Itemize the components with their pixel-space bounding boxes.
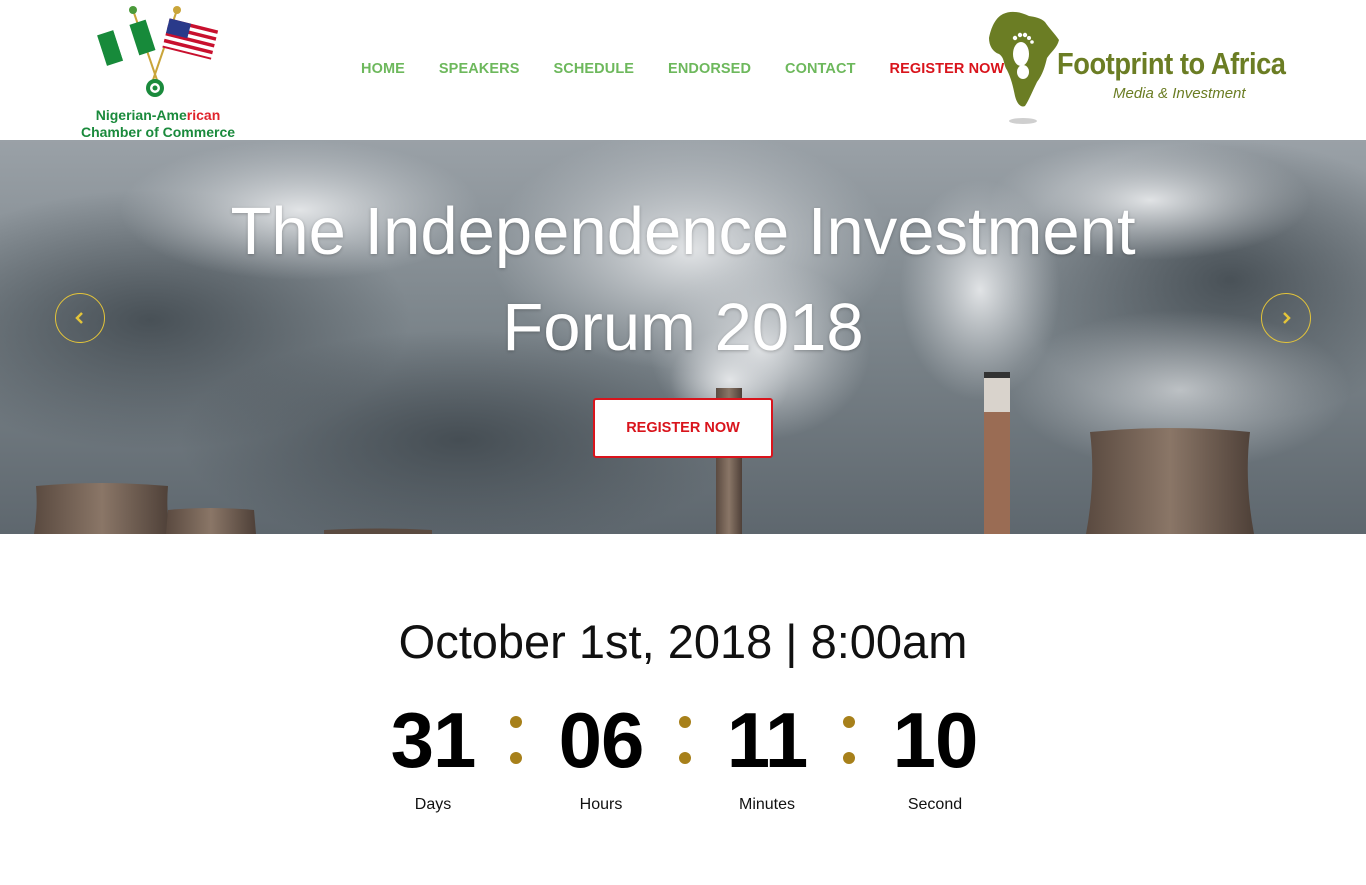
countdown-timer: 31 Days 06 Hours 11 Minutes 10 Second — [363, 694, 1003, 824]
nav-schedule[interactable]: SCHEDULE — [536, 58, 651, 80]
brand-name: Footprint to Africa — [1057, 46, 1286, 81]
countdown-seconds-value: 10 — [892, 696, 979, 784]
countdown-minutes-label: Minutes — [738, 796, 796, 813]
countdown-days-value: 31 — [390, 696, 477, 784]
nav-contact[interactable]: CONTACT — [768, 58, 873, 80]
countdown-days-label: Days — [414, 796, 452, 813]
nav-endorsed[interactable]: ENDORSED — [651, 58, 768, 80]
nacc-logo[interactable]: Nigerian-American Chamber of Commerce — [70, 0, 250, 140]
nacc-name-line1: Nigerian-American — [95, 107, 221, 123]
countdown-minutes: 11 Minutes — [697, 694, 837, 814]
hero-title: The Independence Investment Forum 2018 — [230, 194, 1136, 365]
countdown-days: 31 Days — [363, 694, 503, 814]
chevron-left-icon — [75, 312, 83, 324]
countdown-hours: 06 Hours — [531, 694, 671, 814]
africa-footprint-icon — [989, 11, 1059, 124]
nacc-name-line2: Chamber of Commerce — [80, 124, 236, 140]
carousel-next-button[interactable] — [1261, 293, 1311, 343]
crossed-flags-icon — [97, 6, 219, 97]
brand-tagline: Media & Investment — [1113, 85, 1246, 102]
footprint-to-africa-logo[interactable]: Footprint to Africa Media & Investment — [985, 8, 1305, 130]
countdown-hours-value: 06 — [558, 696, 645, 784]
nav-home[interactable]: HOME — [344, 58, 422, 80]
event-date: October 1st, 2018 | 8:00am — [398, 615, 968, 668]
countdown-minutes-value: 11 — [726, 696, 808, 784]
chevron-right-icon — [1283, 312, 1291, 324]
countdown-seconds: 10 Second — [865, 694, 1005, 814]
site-header: Nigerian-American Chamber of Commerce HO… — [0, 0, 1366, 140]
carousel-prev-button[interactable] — [55, 293, 105, 343]
countdown-seconds-label: Second — [907, 796, 963, 813]
countdown-separator — [678, 712, 692, 764]
countdown-separator — [842, 712, 856, 764]
nav-speakers[interactable]: SPEAKERS — [422, 58, 537, 80]
countdown-hours-label: Hours — [579, 796, 623, 813]
hero-register-button[interactable]: REGISTER NOW — [593, 398, 773, 458]
main-nav: HOME SPEAKERS SCHEDULE ENDORSED CONTACT … — [344, 58, 1021, 80]
countdown-separator — [509, 712, 523, 764]
hero-banner: The Independence Investment Forum 2018 RE… — [0, 140, 1366, 534]
